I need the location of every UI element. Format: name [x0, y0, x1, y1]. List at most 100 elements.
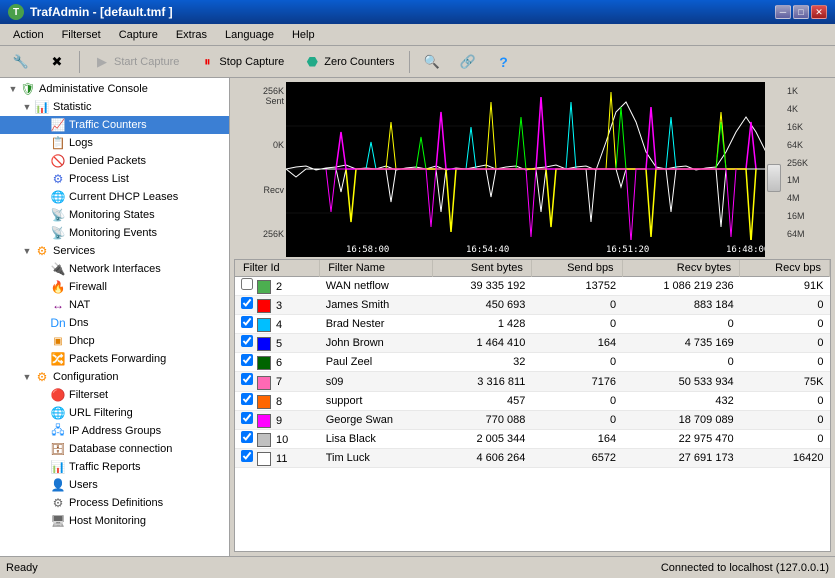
sidebar-firewall[interactable]: 🔥 Firewall	[0, 278, 229, 296]
sidebar-monitoring-states[interactable]: 📡 Monitoring States	[0, 206, 229, 224]
scrollbar-thumb[interactable]	[767, 164, 781, 192]
reports-icon: 📊	[50, 459, 66, 475]
stop-capture-button[interactable]: ⏸ Stop Capture	[190, 50, 293, 74]
status-right: Connected to localhost (127.0.0.1)	[661, 562, 829, 574]
col-filter-id[interactable]: Filter Id	[235, 260, 320, 277]
close-button[interactable]: ✕	[811, 5, 827, 19]
sidebar-nat[interactable]: ↔ NAT	[0, 296, 229, 314]
maximize-button[interactable]: □	[793, 5, 809, 19]
table-row: 9George Swan770 088018 709 0890	[235, 410, 830, 429]
sidebar-traffic-counters[interactable]: 📈 Traffic Counters	[0, 116, 229, 134]
table-row: 8support45704320	[235, 391, 830, 410]
toolbar-btn-5[interactable]: ?	[487, 50, 521, 74]
sidebar-packets-forwarding[interactable]: 🔀 Packets Forwarding	[0, 350, 229, 368]
table-row: 5John Brown1 464 4101644 735 1690	[235, 334, 830, 353]
row-checkbox[interactable]	[241, 335, 253, 347]
row-checkbox[interactable]	[241, 278, 253, 290]
col-recv-bytes[interactable]: Recv bytes	[622, 260, 740, 277]
sidebar-process-list[interactable]: ⚙ Process List	[0, 170, 229, 188]
cell-recv-bytes: 50 533 934	[622, 372, 740, 391]
sidebar-users[interactable]: 👤 Users	[0, 476, 229, 494]
menu-filterset[interactable]: Filterset	[53, 26, 110, 44]
row-color-box	[257, 414, 271, 428]
logs-icon: 📋	[50, 135, 66, 151]
sidebar-services[interactable]: ▼ ⚙ Services	[0, 242, 229, 260]
cell-sent-bytes: 457	[433, 391, 532, 410]
row-checkbox[interactable]	[241, 297, 253, 309]
toolbar-icon-1: 🔧	[13, 54, 29, 70]
sidebar-dns[interactable]: Dn Dns	[0, 314, 229, 332]
cell-sent-bytes: 1 428	[433, 315, 532, 334]
cell-recv-bytes: 0	[622, 315, 740, 334]
col-sent-bytes[interactable]: Sent bytes	[433, 260, 532, 277]
sidebar-filterset[interactable]: 🔴 Filterset	[0, 386, 229, 404]
cell-filter-id: 7	[235, 372, 320, 391]
toolbar: 🔧 ✖ ▶ Start Capture ⏸ Stop Capture ⬣ Zer…	[0, 46, 835, 78]
menu-extras[interactable]: Extras	[167, 26, 216, 44]
cell-recv-bytes: 0	[622, 353, 740, 372]
toolbar-sep-2	[409, 51, 410, 73]
y-left-256k-recv: 256K	[234, 229, 284, 239]
col-filter-name[interactable]: Filter Name	[320, 260, 433, 277]
procdef-icon: ⚙	[50, 495, 66, 511]
sidebar-statistic[interactable]: ▼ 📊 Statistic	[0, 98, 229, 116]
row-color-box	[257, 395, 271, 409]
chart-scrollbar[interactable]	[765, 82, 783, 257]
menu-help[interactable]: Help	[283, 26, 324, 44]
cell-recv-bytes: 22 975 470	[622, 429, 740, 448]
toolbar-btn-2[interactable]: ✖	[40, 50, 74, 74]
status-left: Ready	[6, 562, 38, 574]
menu-action[interactable]: Action	[4, 26, 53, 44]
row-checkbox[interactable]	[241, 431, 253, 443]
toolbar-btn-1[interactable]: 🔧	[4, 50, 38, 74]
menu-capture[interactable]: Capture	[110, 26, 167, 44]
menu-language[interactable]: Language	[216, 26, 283, 44]
zero-icon: ⬣	[304, 54, 320, 70]
cell-recv-bytes: 4 735 169	[622, 334, 740, 353]
dhcp-label: Current DHCP Leases	[69, 191, 178, 203]
minimize-button[interactable]: ─	[775, 5, 791, 19]
sidebar-admin-console[interactable]: ▼ 🛡 Administative Console	[0, 80, 229, 98]
sidebar-configuration[interactable]: ▼ ⚙ Configuration	[0, 368, 229, 386]
link-icon: 🔗	[460, 54, 476, 70]
sidebar: ▼ 🛡 Administative Console ▼ 📊 Statistic …	[0, 78, 230, 556]
sidebar-database[interactable]: 🗄 Database connection	[0, 440, 229, 458]
sidebar-traffic-reports[interactable]: 📊 Traffic Reports	[0, 458, 229, 476]
cell-sent-bytes: 1 464 410	[433, 334, 532, 353]
sidebar-url-filtering[interactable]: 🌐 URL Filtering	[0, 404, 229, 422]
packets-label: Packets Forwarding	[69, 353, 166, 365]
y-right-64m: 64M	[787, 229, 831, 239]
row-checkbox[interactable]	[241, 450, 253, 462]
sidebar-network-interfaces[interactable]: 🔌 Network Interfaces	[0, 260, 229, 278]
sidebar-dhcp[interactable]: ▣ Dhcp	[0, 332, 229, 350]
toolbar-btn-3[interactable]: 🔍	[415, 50, 449, 74]
start-capture-label: Start Capture	[114, 56, 179, 68]
col-send-bps[interactable]: Send bps	[531, 260, 622, 277]
chart-area: 16:58:00 16:54:40 16:51:20 16:48:00	[286, 82, 765, 257]
sidebar-logs[interactable]: 📋 Logs	[0, 134, 229, 152]
cell-filter-id: 3	[235, 296, 320, 315]
row-checkbox[interactable]	[241, 373, 253, 385]
table-row: 7s093 316 811717650 533 93475K	[235, 372, 830, 391]
cell-send-bps: 13752	[531, 277, 622, 296]
cell-recv-bps: 0	[740, 410, 830, 429]
sidebar-proc-def[interactable]: ⚙ Process Definitions	[0, 494, 229, 512]
row-checkbox[interactable]	[241, 354, 253, 366]
sidebar-host-monitoring[interactable]: 🖥 Host Monitoring	[0, 512, 229, 530]
col-recv-bps[interactable]: Recv bps	[740, 260, 830, 277]
cell-filter-id: 6	[235, 353, 320, 372]
zero-counters-button[interactable]: ⬣ Zero Counters	[295, 50, 403, 74]
traffic-label: Traffic Counters	[69, 119, 147, 131]
sidebar-denied-packets[interactable]: 🚫 Denied Packets	[0, 152, 229, 170]
toolbar-btn-4[interactable]: 🔗	[451, 50, 485, 74]
sidebar-ip-groups[interactable]: 🖧 IP Address Groups	[0, 422, 229, 440]
cell-sent-bytes: 3 316 811	[433, 372, 532, 391]
row-checkbox[interactable]	[241, 393, 253, 405]
row-checkbox[interactable]	[241, 412, 253, 424]
sidebar-dhcp-leases[interactable]: 🌐 Current DHCP Leases	[0, 188, 229, 206]
help-icon: ?	[496, 54, 512, 70]
svg-text:16:51:20: 16:51:20	[606, 245, 649, 255]
sidebar-monitoring-events[interactable]: 📡 Monitoring Events	[0, 224, 229, 242]
row-checkbox[interactable]	[241, 316, 253, 328]
dhcp2-icon: ▣	[50, 333, 66, 349]
